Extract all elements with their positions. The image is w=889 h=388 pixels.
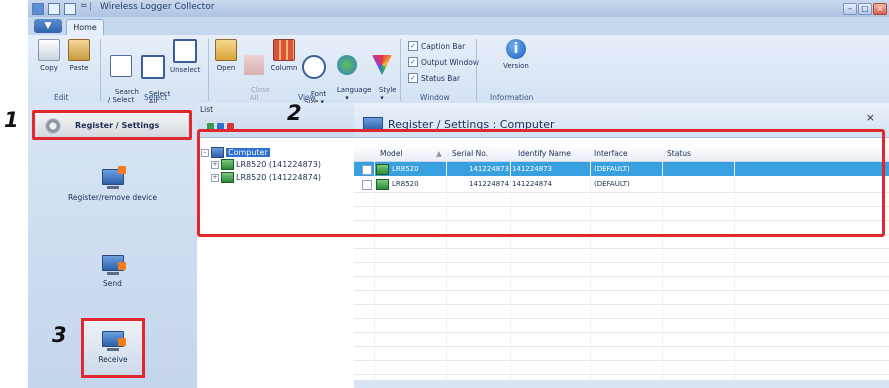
group-label-information: Information xyxy=(490,93,534,102)
checkbox-empty-icon xyxy=(173,39,197,63)
monitor-plug-icon xyxy=(101,166,126,189)
checkbox-checked-icon: ✓ xyxy=(408,73,418,83)
step-2-highlight xyxy=(197,129,885,237)
ribbon-tabs: ▼ Home xyxy=(28,17,889,36)
receive-label: Receive xyxy=(98,355,128,364)
maximize-button[interactable]: □ xyxy=(858,3,872,15)
send-icon xyxy=(101,255,126,275)
open-window-icon xyxy=(215,39,237,61)
status-bar xyxy=(354,380,889,388)
quick-save-icon[interactable] xyxy=(48,3,60,15)
grid-line xyxy=(354,318,889,319)
checkbox-checked-icon: ✓ xyxy=(408,41,418,51)
group-label-window: Window xyxy=(420,93,450,102)
paste-button[interactable]: Paste xyxy=(66,39,92,72)
grid-line xyxy=(354,290,889,291)
quick-access-dropdown-icon[interactable]: = xyxy=(80,1,88,11)
group-label-select: Select xyxy=(144,93,168,102)
column-button[interactable]: Column xyxy=(270,39,298,72)
caption-bar-toggle[interactable]: ✓ Caption Bar xyxy=(408,41,465,51)
grid-line xyxy=(354,360,889,361)
step-number-1: 1 xyxy=(4,108,19,132)
ribbon: Copy Paste Edit Search / Select Select A… xyxy=(28,35,889,106)
info-icon: i xyxy=(506,39,526,59)
close-window-button[interactable]: × xyxy=(873,3,887,15)
title-separator: | xyxy=(89,2,93,12)
language-button[interactable]: Language ▾ xyxy=(328,39,371,110)
checkbox-checked-icon: ✓ xyxy=(408,57,418,67)
ribbon-separator xyxy=(400,39,401,101)
grid-line xyxy=(354,374,889,375)
receive-button[interactable]: Receive xyxy=(81,318,145,378)
output-window-toggle[interactable]: ✓ Output Window xyxy=(408,57,479,67)
checkbox-checked-icon xyxy=(141,55,165,79)
grid-line xyxy=(354,248,889,249)
window-title: Wireless Logger Collector xyxy=(100,2,215,12)
open-button[interactable]: Open xyxy=(214,39,238,72)
zoom-icon xyxy=(302,55,326,79)
quick-undo-icon[interactable] xyxy=(64,3,76,15)
copy-button[interactable]: Copy xyxy=(38,39,60,72)
receive-icon xyxy=(102,331,126,351)
unselect-button[interactable]: Unselect xyxy=(170,39,200,74)
step-number-3: 3 xyxy=(52,323,67,347)
grid-line xyxy=(354,262,889,263)
status-bar-toggle[interactable]: ✓ Status Bar xyxy=(408,73,460,83)
send-button[interactable]: Send xyxy=(28,255,197,288)
close-panel-button[interactable]: × xyxy=(866,111,875,124)
globe-icon xyxy=(337,55,357,75)
grid-line xyxy=(354,304,889,305)
close-all-button[interactable]: Close All xyxy=(242,39,270,110)
app-icon xyxy=(32,3,44,15)
ribbon-separator xyxy=(208,39,209,101)
color-style-icon xyxy=(372,55,392,75)
close-all-icon xyxy=(244,55,264,75)
version-button[interactable]: i Version xyxy=(500,39,532,70)
minimize-button[interactable]: – xyxy=(843,3,857,15)
copy-icon xyxy=(38,39,60,61)
left-margin xyxy=(0,0,28,388)
register-settings-button[interactable]: Register / Settings xyxy=(32,110,192,140)
style-button[interactable]: Style ▾ xyxy=(370,39,397,110)
ribbon-separator xyxy=(476,39,477,101)
search-select-icon xyxy=(110,55,132,77)
grid-line xyxy=(354,332,889,333)
grid-line xyxy=(354,276,889,277)
gear-icon xyxy=(45,118,61,134)
grid-line xyxy=(354,346,889,347)
tree-header-label: List xyxy=(200,105,214,114)
search-select-button[interactable]: Search / Select xyxy=(106,39,139,112)
group-label-edit: Edit xyxy=(54,93,69,102)
app-menu-button[interactable]: ▼ xyxy=(34,19,62,33)
column-icon xyxy=(273,39,295,61)
title-bar: = | Wireless Logger Collector – □ × xyxy=(28,0,889,18)
register-remove-device-button[interactable]: Register/remove device xyxy=(28,166,197,202)
paste-icon xyxy=(68,39,90,61)
ribbon-separator xyxy=(100,39,101,101)
step-number-2: 2 xyxy=(287,101,302,125)
tab-home[interactable]: Home xyxy=(66,19,104,36)
